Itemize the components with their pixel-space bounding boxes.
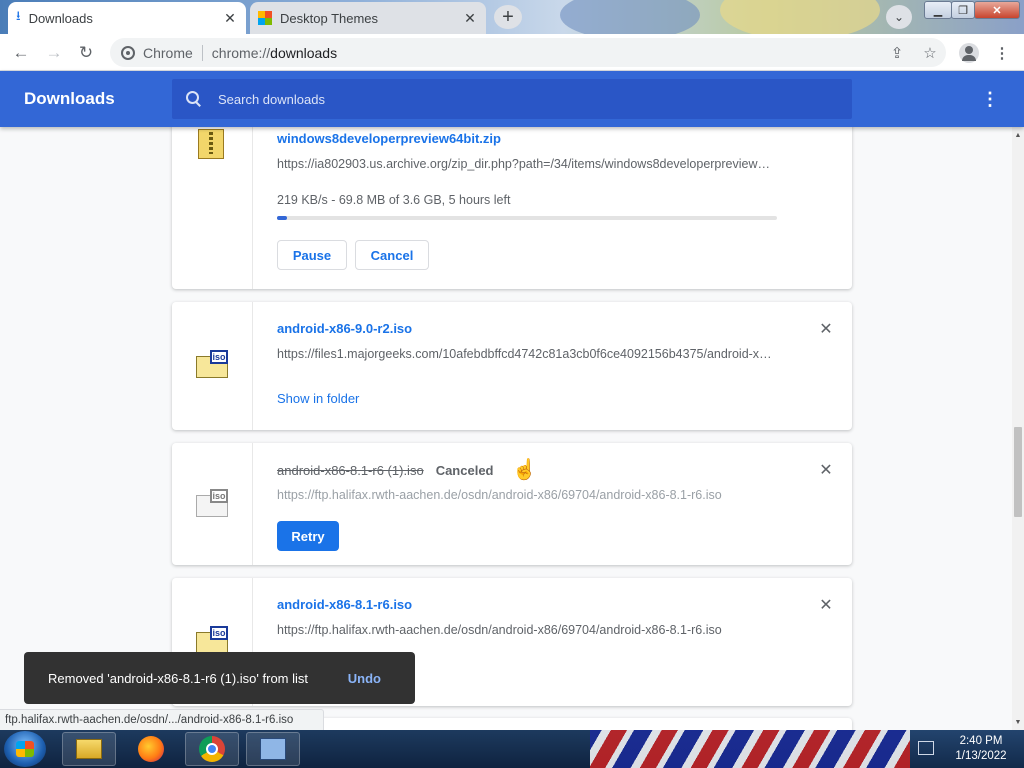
taskbar-firefox[interactable]	[124, 732, 178, 766]
new-tab-button[interactable]: +	[494, 5, 522, 29]
downloads-list: windows8developerpreview64bit.zip https:…	[0, 127, 1012, 730]
download-item: iso android-x86-8.1-r6 (1).iso Canceled h…	[172, 443, 852, 565]
title-bar: ⭳ Downloads ✕ Desktop Themes ✕ + ⌄ ▁ ❐ ✕	[0, 0, 1024, 34]
windows-logo-icon	[258, 11, 272, 25]
hand-cursor-icon: ☝	[512, 459, 537, 481]
profile-button[interactable]	[956, 40, 982, 66]
pause-button[interactable]: Pause	[277, 240, 347, 270]
close-icon: ✕	[819, 597, 833, 614]
chevron-down-icon: ⌄	[893, 10, 905, 24]
bookmark-button[interactable]: ☆	[917, 40, 943, 66]
kebab-menu-icon: ⋮	[981, 88, 999, 109]
tab-search-button[interactable]: ⌄	[886, 5, 912, 29]
file-name: android-x86-8.1-r6 (1).iso	[277, 463, 424, 478]
arrow-left-icon: ←	[12, 43, 30, 62]
kebab-menu-icon: ⋮	[994, 45, 1010, 62]
tab-title: Downloads	[28, 10, 93, 26]
undo-toast: Removed 'android-x86-8.1-r6 (1).iso' fro…	[24, 652, 415, 704]
progress-text: 219 KB/s - 69.8 MB of 3.6 GB, 5 hours le…	[277, 193, 511, 207]
address-bar[interactable]: Chrome chrome://downloads	[110, 38, 946, 67]
scroll-up-arrow-icon[interactable]: ▲	[1012, 129, 1024, 141]
chrome-menu-button[interactable]: ⋮	[989, 40, 1015, 66]
page-scrollbar[interactable]: ▲ ▼	[1012, 127, 1024, 730]
site-label: Chrome	[143, 44, 193, 61]
taskbar-explorer[interactable]	[62, 732, 116, 766]
undo-button[interactable]: Undo	[348, 671, 381, 686]
reload-icon: ↻	[78, 43, 94, 62]
clock[interactable]: 2:40 PM 1/13/2022	[946, 734, 1016, 764]
back-button[interactable]: ←	[8, 40, 34, 66]
control-panel-icon	[260, 738, 286, 760]
search-icon	[186, 91, 202, 107]
file-name-link[interactable]: android-x86-9.0-r2.iso	[277, 321, 412, 336]
download-item: windows8developerpreview64bit.zip https:…	[172, 127, 852, 289]
file-url[interactable]: https://files1.majorgeeks.com/10afebdbff…	[277, 347, 775, 361]
close-icon: ✕	[819, 321, 833, 338]
close-window-button[interactable]: ✕	[974, 1, 1020, 19]
toast-message: Removed 'android-x86-8.1-r6 (1).iso' fro…	[48, 670, 308, 686]
windows-taskbar: 2:40 PM 1/13/2022	[0, 730, 1024, 768]
download-icon: ⭳	[16, 8, 21, 23]
maximize-button[interactable]: ❐	[951, 1, 975, 19]
retry-button[interactable]: Retry	[277, 521, 339, 551]
file-name-link[interactable]: android-x86-8.1-r6.iso	[277, 597, 412, 612]
network-icon[interactable]	[918, 741, 934, 755]
chrome-icon	[199, 736, 225, 762]
scroll-down-arrow-icon[interactable]: ▼	[1012, 716, 1024, 728]
iso-file-icon: iso	[196, 626, 228, 654]
file-url[interactable]: https://ftp.halifax.rwth-aachen.de/osdn/…	[277, 488, 777, 502]
star-icon: ☆	[923, 45, 937, 62]
arrow-right-icon: →	[45, 43, 63, 62]
reload-button[interactable]: ↻	[73, 40, 99, 66]
tab-downloads[interactable]: ⭳ Downloads ✕	[8, 2, 246, 34]
minimize-button[interactable]: ▁	[924, 1, 952, 19]
taskbar-chrome[interactable]	[185, 732, 239, 766]
download-item: iso android-x86-9.0-r2.iso https://files…	[172, 302, 852, 430]
file-url[interactable]: https://ia802903.us.archive.org/zip_dir.…	[277, 157, 775, 171]
downloads-header: Downloads ⋮	[0, 71, 1024, 127]
forward-button[interactable]: →	[41, 40, 67, 66]
tab-desktop-themes[interactable]: Desktop Themes ✕	[250, 2, 486, 34]
avatar-icon	[959, 43, 979, 63]
search-bar[interactable]	[172, 79, 852, 119]
remove-item-button[interactable]: ✕	[818, 597, 834, 614]
url-text: chrome://downloads	[211, 44, 338, 61]
status-badge: Canceled	[435, 463, 494, 478]
page-title: Downloads	[24, 89, 115, 108]
remove-item-button[interactable]: ✕	[818, 321, 834, 338]
close-tab-icon[interactable]: ✕	[222, 10, 238, 26]
start-button[interactable]	[4, 731, 46, 767]
link-status-bubble: ftp.halifax.rwth-aachen.de/osdn/.../andr…	[0, 709, 325, 730]
scrollbar-thumb[interactable]	[1014, 427, 1022, 517]
chrome-icon	[121, 45, 135, 60]
close-tab-icon[interactable]: ✕	[462, 10, 478, 26]
system-tray: 2:40 PM 1/13/2022	[910, 730, 1024, 768]
progress-bar	[277, 216, 777, 220]
file-url[interactable]: https://ftp.halifax.rwth-aachen.de/osdn/…	[277, 623, 777, 637]
tab-title: Desktop Themes	[280, 10, 379, 26]
zip-file-icon	[198, 129, 224, 159]
browser-toolbar: ← → ↻ Chrome chrome://downloads ⇪ ☆ ⋮	[0, 34, 1024, 71]
taskbar-control-panel[interactable]	[246, 732, 300, 766]
plus-icon: +	[502, 5, 514, 28]
remove-item-button[interactable]: ✕	[818, 462, 834, 479]
share-button[interactable]: ⇪	[884, 40, 910, 66]
file-name-link[interactable]: windows8developerpreview64bit.zip	[277, 131, 501, 146]
downloads-menu-button[interactable]: ⋮	[980, 89, 1000, 109]
share-icon: ⇪	[890, 45, 904, 62]
folder-icon	[76, 739, 102, 759]
search-input[interactable]	[216, 90, 820, 108]
iso-file-icon: iso	[196, 350, 228, 378]
show-in-folder-link[interactable]: Show in folder	[277, 391, 359, 406]
cancel-button[interactable]: Cancel	[355, 240, 429, 270]
firefox-icon	[138, 736, 164, 762]
iso-file-icon: iso	[196, 489, 228, 517]
close-icon: ✕	[819, 462, 833, 479]
progress-bar-fill	[277, 216, 287, 220]
windows-logo-icon	[16, 741, 34, 757]
